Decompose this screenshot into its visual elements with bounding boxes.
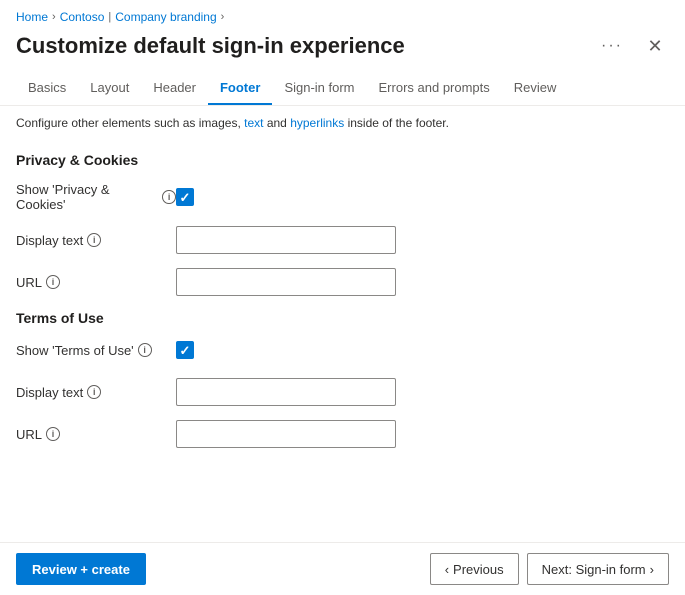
info-text-before: Configure other elements such as images, [16, 116, 241, 130]
breadcrumb-company-branding[interactable]: Company branding [115, 10, 216, 24]
breadcrumb: Home › Contoso | Company branding › [0, 0, 685, 28]
terms-show-checkbox[interactable]: ✓ [176, 341, 194, 359]
info-link-text[interactable]: text [244, 116, 263, 130]
info-text-after: inside of the footer. [348, 116, 449, 130]
tab-bar: Basics Layout Header Footer Sign-in form… [0, 72, 685, 106]
next-button[interactable]: Next: Sign-in form › [527, 553, 669, 585]
terms-url-row: URL i [16, 420, 669, 448]
privacy-show-checkmark: ✓ [180, 191, 191, 204]
tab-sign-in-form[interactable]: Sign-in form [272, 72, 366, 105]
terms-show-info-icon: i [138, 343, 152, 357]
terms-display-text-control [176, 378, 669, 406]
tab-footer[interactable]: Footer [208, 72, 272, 105]
terms-show-label: Show 'Terms of Use' i [16, 343, 176, 358]
review-create-button[interactable]: Review + create [16, 553, 146, 585]
more-options-button[interactable]: ··· [595, 33, 629, 59]
terms-section: Terms of Use Show 'Terms of Use' i ✓ Dis… [16, 310, 669, 448]
breadcrumb-sep-1: › [52, 11, 56, 23]
tab-header[interactable]: Header [141, 72, 208, 105]
terms-show-row: Show 'Terms of Use' i ✓ [16, 336, 669, 364]
privacy-show-row: Show 'Privacy & Cookies' i ✓ [16, 182, 669, 212]
privacy-url-input[interactable] [176, 268, 396, 296]
previous-chevron-icon: ‹ [445, 562, 449, 577]
privacy-display-text-label: Display text i [16, 233, 176, 248]
terms-display-text-row: Display text i [16, 378, 669, 406]
breadcrumb-sep-2: | [108, 11, 111, 23]
terms-section-title: Terms of Use [16, 310, 669, 326]
privacy-show-checkbox[interactable]: ✓ [176, 188, 194, 206]
info-banner: Configure other elements such as images,… [0, 106, 685, 138]
privacy-url-label: URL i [16, 275, 176, 290]
tab-layout[interactable]: Layout [78, 72, 141, 105]
privacy-show-checkbox-wrapper: ✓ [176, 188, 669, 206]
content-area: Privacy & Cookies Show 'Privacy & Cookie… [0, 138, 685, 542]
page-title: Customize default sign-in experience [16, 33, 595, 59]
nav-buttons: ‹ Previous Next: Sign-in form › [430, 553, 669, 585]
privacy-display-text-row: Display text i [16, 226, 669, 254]
terms-url-label: URL i [16, 427, 176, 442]
next-chevron-icon: › [650, 562, 654, 577]
footer-nav: Review + create ‹ Previous Next: Sign-in… [0, 542, 685, 595]
breadcrumb-home[interactable]: Home [16, 10, 48, 24]
breadcrumb-sep-3: › [221, 11, 225, 23]
terms-url-control [176, 420, 669, 448]
terms-show-checkmark: ✓ [180, 344, 191, 357]
info-text-middle: and [267, 116, 290, 130]
previous-button[interactable]: ‹ Previous [430, 553, 519, 585]
privacy-url-row: URL i [16, 268, 669, 296]
tab-review[interactable]: Review [502, 72, 569, 105]
close-button[interactable]: ✕ [641, 32, 669, 60]
privacy-display-info-icon: i [87, 233, 101, 247]
terms-url-input[interactable] [176, 420, 396, 448]
privacy-url-control [176, 268, 669, 296]
privacy-url-info-icon: i [46, 275, 60, 289]
page-container: Home › Contoso | Company branding › Cust… [0, 0, 685, 595]
terms-display-text-label: Display text i [16, 385, 176, 400]
terms-display-text-input[interactable] [176, 378, 396, 406]
tab-errors-and-prompts[interactable]: Errors and prompts [367, 72, 502, 105]
terms-url-info-icon: i [46, 427, 60, 441]
terms-display-info-icon: i [87, 385, 101, 399]
tab-basics[interactable]: Basics [16, 72, 78, 105]
header-actions: ··· ✕ [595, 32, 669, 60]
breadcrumb-contoso[interactable]: Contoso [60, 10, 105, 24]
next-button-label: Next: Sign-in form [542, 562, 646, 577]
terms-show-checkbox-wrapper: ✓ [176, 341, 669, 359]
privacy-show-label: Show 'Privacy & Cookies' i [16, 182, 176, 212]
privacy-display-text-control [176, 226, 669, 254]
privacy-show-info-icon: i [162, 190, 176, 204]
info-link-hyperlinks[interactable]: hyperlinks [290, 116, 344, 130]
privacy-section-title: Privacy & Cookies [16, 152, 669, 168]
privacy-display-text-input[interactable] [176, 226, 396, 254]
privacy-section: Privacy & Cookies Show 'Privacy & Cookie… [16, 152, 669, 296]
page-header: Customize default sign-in experience ···… [0, 28, 685, 72]
previous-button-label: Previous [453, 562, 504, 577]
